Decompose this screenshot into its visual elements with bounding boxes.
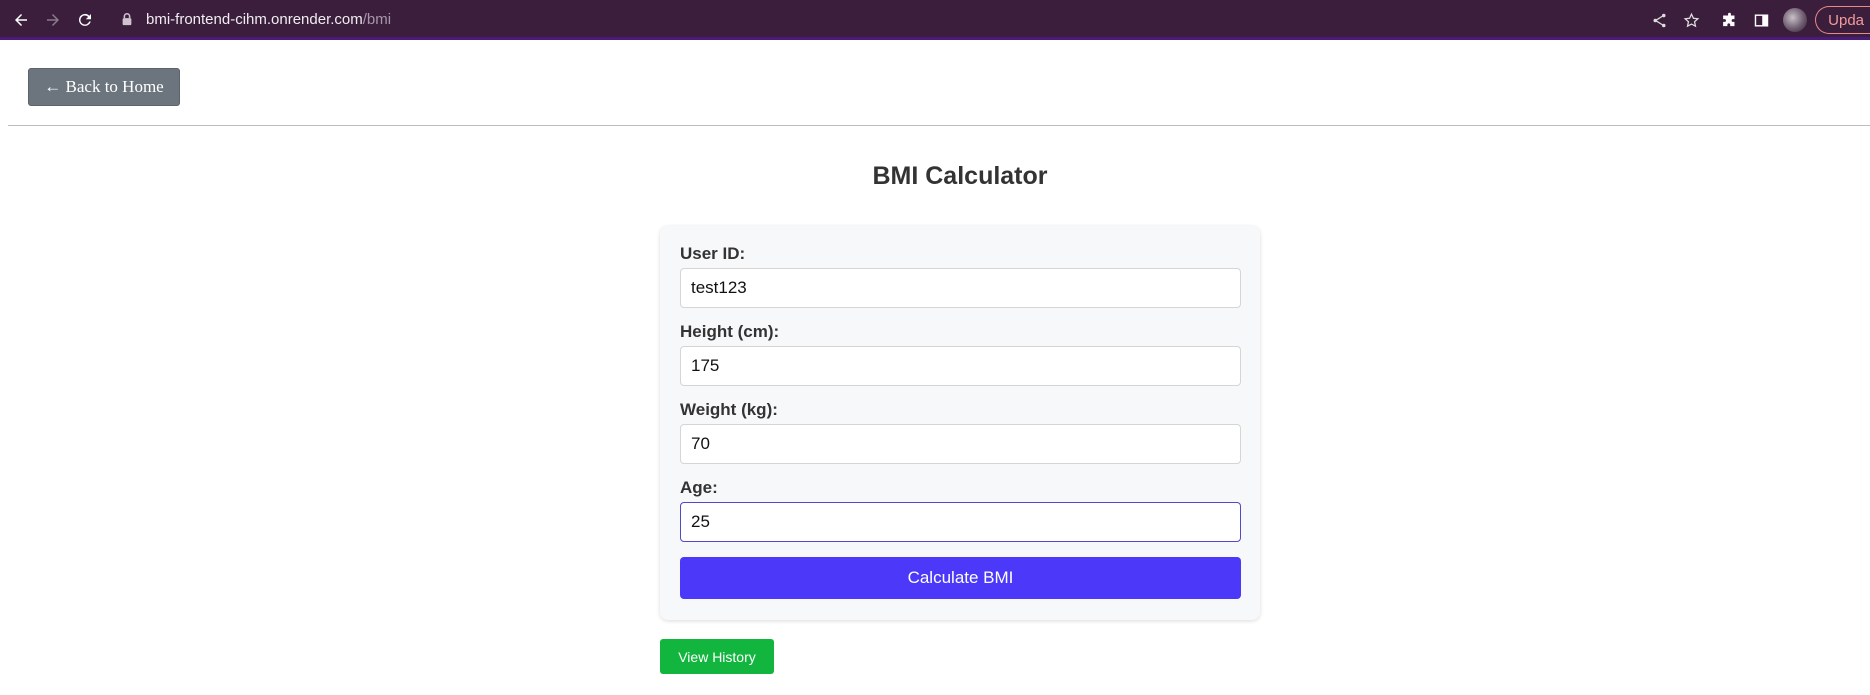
height-input[interactable] <box>680 346 1241 386</box>
page-title: BMI Calculator <box>872 162 1048 190</box>
user-id-label: User ID: <box>680 244 746 263</box>
reload-icon[interactable] <box>72 7 98 33</box>
back-arrow-icon[interactable] <box>8 7 34 33</box>
back-to-home-button[interactable]: ← Back to Home <box>28 68 180 106</box>
divider <box>8 125 1870 126</box>
sidebar-icon[interactable] <box>1745 4 1777 36</box>
forward-arrow-icon[interactable] <box>40 7 66 33</box>
puzzle-icon[interactable] <box>1713 4 1745 36</box>
lock-icon <box>122 13 132 26</box>
view-history-button[interactable]: View History <box>660 639 774 674</box>
calculate-bmi-button[interactable]: Calculate BMI <box>680 557 1241 599</box>
user-id-input[interactable] <box>680 268 1241 308</box>
update-button[interactable]: Upda <box>1815 6 1870 34</box>
star-icon[interactable] <box>1675 4 1707 36</box>
url-host: bmi-frontend-cihm.onrender.com <box>146 10 363 28</box>
bmi-form-card: User ID: Height (cm): Weight (kg): Age: … <box>660 226 1260 620</box>
share-icon[interactable] <box>1643 4 1675 36</box>
url-path: /bmi <box>362 10 392 28</box>
weight-label: Weight (kg): <box>680 400 778 419</box>
toolbar-actions: Upda <box>1643 0 1870 40</box>
age-label: Age: <box>680 478 718 497</box>
browser-toolbar: bmi-frontend-cihm.onrender.com/bmi Upda <box>0 0 1870 40</box>
weight-input[interactable] <box>680 424 1241 464</box>
height-label: Height (cm): <box>680 322 780 341</box>
profile-avatar[interactable] <box>1783 8 1808 32</box>
address-bar[interactable]: bmi-frontend-cihm.onrender.com/bmi <box>110 4 1830 34</box>
age-input[interactable] <box>680 502 1241 542</box>
